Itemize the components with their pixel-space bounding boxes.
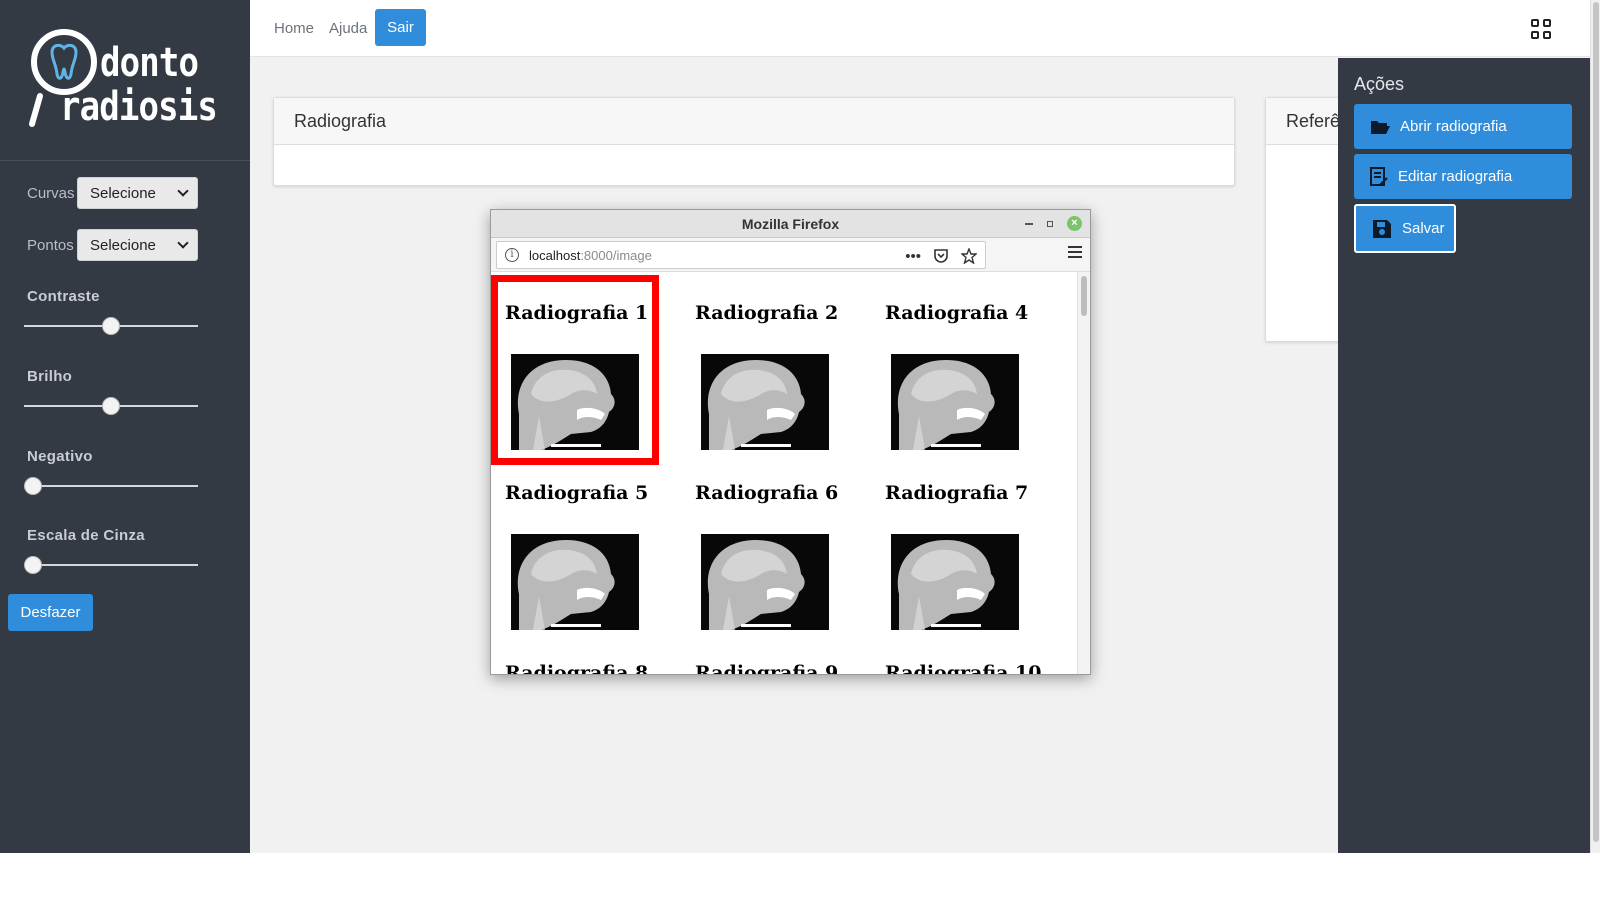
radiograph-item[interactable]: Radiografia 7 — [885, 452, 1055, 632]
popup-titlebar[interactable]: Mozilla Firefox × — [491, 210, 1090, 238]
contraste-label: Contraste — [27, 288, 100, 305]
open-radiograph-button[interactable]: Abrir radiografia — [1354, 104, 1572, 149]
brilho-label: Brilho — [27, 368, 73, 385]
pontos-select-value: Selecione — [90, 236, 156, 254]
radiograph-title[interactable]: Radiografia 4 — [885, 302, 1055, 324]
radiograph-title[interactable]: Radiografia 5 — [505, 482, 675, 504]
slider-thumb[interactable] — [24, 556, 42, 574]
curvas-row: Curvas Selecione — [27, 177, 198, 209]
negativo-slider[interactable] — [24, 476, 198, 496]
radiograph-item[interactable]: Radiografia 2 — [695, 272, 865, 452]
save-button[interactable]: Salvar — [1354, 204, 1456, 253]
chevron-down-icon — [177, 237, 189, 249]
radiograph-title[interactable]: Radiografia 2 — [695, 302, 865, 324]
window-controls: × — [1025, 216, 1082, 231]
curvas-select-value: Selecione — [90, 184, 156, 202]
radiograph-title[interactable]: Radiografia 7 — [885, 482, 1055, 504]
radiograph-item[interactable]: Radiografia 4 — [885, 272, 1055, 452]
radiograph-thumbnail[interactable] — [701, 534, 829, 630]
info-icon[interactable]: i — [505, 248, 519, 262]
pocket-icon[interactable] — [933, 248, 949, 264]
slider-track — [24, 564, 198, 566]
radiograph-item[interactable]: Radiografia 9 — [695, 632, 865, 674]
left-sidebar: donto radiosis Curvas Selecione Pontos S… — [0, 0, 250, 853]
radiograph-thumbnail[interactable] — [891, 354, 1019, 450]
slider-thumb[interactable] — [24, 477, 42, 495]
firefox-popup-window: Mozilla Firefox × i localhost:8000/image… — [490, 209, 1091, 675]
radiografia-card: Radiografia — [273, 97, 1235, 186]
sidebar-divider — [0, 160, 250, 161]
url-path: :8000/image — [580, 247, 652, 263]
undo-button[interactable]: Desfazer — [8, 594, 93, 631]
popup-toolbar: i localhost:8000/image ••• — [491, 238, 1090, 272]
edit-document-icon — [1370, 166, 1388, 186]
maximize-icon[interactable] — [1047, 220, 1053, 227]
slider-thumb[interactable] — [102, 397, 120, 415]
curvas-select[interactable]: Selecione — [77, 177, 198, 209]
close-icon[interactable]: × — [1067, 216, 1082, 231]
radiograph-thumbnail[interactable] — [891, 534, 1019, 630]
pontos-select[interactable]: Selecione — [77, 229, 198, 261]
brand-name-line2: radiosis — [60, 84, 218, 130]
radiograph-item[interactable]: Radiografia 6 — [695, 452, 865, 632]
slider-track — [24, 485, 198, 487]
top-navbar: Home Ajuda Sair — [250, 0, 1590, 57]
nav-home-link[interactable]: Home — [274, 20, 314, 37]
radiografia-card-title: Radiografia — [274, 98, 1234, 145]
radiograph-thumbnail[interactable] — [701, 354, 829, 450]
more-actions-icon[interactable]: ••• — [905, 248, 921, 265]
pontos-row: Pontos Selecione — [27, 229, 198, 261]
negativo-label: Negativo — [27, 448, 93, 465]
radiograph-title[interactable]: Radiografia 9 — [695, 662, 865, 674]
actions-title: Ações — [1354, 74, 1405, 94]
logout-button[interactable]: Sair — [375, 9, 426, 46]
radiograph-thumbnail[interactable] — [511, 534, 639, 630]
radiograph-gallery: Radiografia 1 Radiografia 2 Radiografia 4R… — [491, 272, 1079, 674]
minimize-icon[interactable] — [1025, 222, 1033, 225]
page-scrollbar[interactable] — [1590, 0, 1600, 853]
curvas-label: Curvas — [27, 184, 75, 202]
hamburger-menu-icon[interactable] — [1068, 246, 1082, 260]
pontos-label: Pontos — [27, 236, 74, 254]
radiograph-item[interactable]: Radiografia 10 — [885, 632, 1055, 674]
brilho-slider[interactable] — [24, 396, 198, 416]
actions-panel: Ações Abrir radiografia Editar radiograf… — [1338, 58, 1590, 853]
radiograph-item[interactable]: Radiografia 5 — [505, 452, 675, 632]
grid-icon[interactable] — [1531, 19, 1552, 40]
popup-scrollbar-thumb[interactable] — [1081, 276, 1087, 316]
edit-radiograph-button[interactable]: Editar radiografia — [1354, 154, 1572, 199]
radiograph-title[interactable]: Radiografia 8 — [505, 662, 675, 674]
radiograph-title[interactable]: Radiografia 10 — [885, 662, 1055, 674]
contraste-slider[interactable] — [24, 316, 198, 336]
slider-thumb[interactable] — [102, 317, 120, 335]
nav-help-link[interactable]: Ajuda — [329, 20, 367, 37]
radiograph-title[interactable]: Radiografia 6 — [695, 482, 865, 504]
brand-name-line1: donto — [100, 40, 199, 86]
save-label: Salvar — [1402, 220, 1445, 237]
save-icon — [1373, 219, 1391, 238]
escala-cinza-slider[interactable] — [24, 555, 198, 575]
page-scrollbar-thumb[interactable] — [1593, 2, 1599, 842]
escala-cinza-label: Escala de Cinza — [27, 527, 145, 544]
radiograph-item[interactable]: Radiografia 8 — [505, 632, 675, 674]
url-bar-icons: ••• — [905, 248, 977, 265]
brand-logo: donto radiosis — [28, 26, 218, 136]
edit-radiograph-label: Editar radiografia — [1398, 168, 1513, 185]
url-bar[interactable]: i localhost:8000/image ••• — [496, 241, 986, 269]
open-radiograph-label: Abrir radiografia — [1400, 118, 1507, 135]
popup-scrollbar[interactable] — [1077, 272, 1090, 674]
selection-highlight — [491, 275, 659, 465]
app-root: donto radiosis Curvas Selecione Pontos S… — [0, 0, 1600, 853]
popup-window-title: Mozilla Firefox — [741, 215, 840, 232]
bookmark-star-icon[interactable] — [961, 248, 977, 264]
chevron-down-icon — [177, 185, 189, 197]
url-host: localhost — [529, 247, 581, 263]
folder-open-icon — [1371, 120, 1390, 134]
